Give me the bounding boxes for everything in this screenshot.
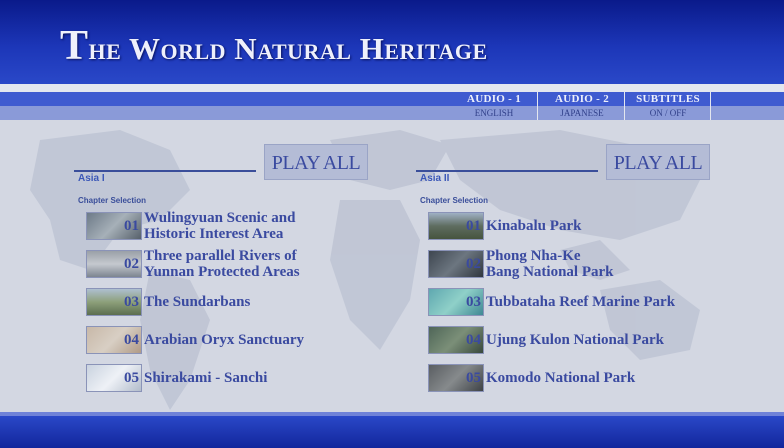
play-all-button-asia-2[interactable]: PLAY ALL: [606, 144, 710, 180]
chapter-number: 04: [124, 332, 139, 348]
chapter-number: 02: [124, 256, 139, 272]
chapter-number: 01: [124, 218, 139, 234]
title-initial: T: [60, 23, 89, 69]
divider-band: [0, 84, 784, 92]
audio-1-value: ENGLISH: [474, 108, 514, 118]
chapter-title: Three parallel Rivers of Yunnan Protecte…: [144, 248, 300, 280]
title-rest: he World Natural Heritage: [88, 31, 488, 66]
audio-1-option[interactable]: AUDIO - 1 ENGLISH: [451, 92, 537, 120]
chapter-item[interactable]: 03 The Sundarbans: [86, 286, 346, 320]
subtitles-value: ON / OFF: [649, 108, 687, 118]
subtitles-label: SUBTITLES: [636, 93, 700, 105]
chapter-title: Arabian Oryx Sanctuary: [144, 332, 305, 348]
option-divider: [710, 92, 711, 120]
page-title: The World Natural Heritage: [60, 22, 488, 70]
chapter-title: Ujung Kulon National Park: [486, 332, 664, 348]
chapter-item[interactable]: 05 Komodo National Park: [428, 362, 728, 396]
chapter-number: 05: [124, 370, 139, 386]
chapter-title: Kinabalu Park: [486, 218, 582, 234]
panel-rule-left: [74, 170, 256, 172]
chapter-number: 01: [466, 218, 481, 234]
panel-title-asia-2: Asia II: [420, 173, 450, 184]
chapter-item[interactable]: 03 Tubbataha Reef Marine Park: [428, 286, 728, 320]
footer-bar: [0, 416, 784, 448]
chapter-title: Komodo National Park: [486, 370, 636, 386]
chapter-item[interactable]: 02 Phong Nha-Ke Bang National Park: [428, 248, 728, 282]
audio-2-option[interactable]: AUDIO - 2 JAPANESE: [539, 92, 625, 120]
panel-title-asia-1: Asia I: [78, 173, 105, 184]
chapter-item[interactable]: 01 Kinabalu Park: [428, 210, 728, 244]
audio-2-label: AUDIO - 2: [554, 93, 610, 105]
chapter-selection-label: Chapter Selection: [420, 196, 489, 205]
chapter-number: 02: [466, 256, 481, 272]
chapter-number: 04: [466, 332, 481, 348]
chapter-number: 03: [124, 294, 139, 310]
option-divider: [537, 92, 538, 120]
chapter-title: Tubbataha Reef Marine Park: [486, 294, 676, 310]
chapter-number: 05: [466, 370, 481, 386]
chapter-title: The Sundarbans: [144, 294, 251, 310]
chapter-selection-label: Chapter Selection: [78, 196, 147, 205]
audio-2-value: JAPANESE: [560, 108, 604, 118]
chapter-title: Shirakami - Sanchi: [144, 370, 268, 386]
chapter-item[interactable]: 04 Ujung Kulon National Park: [428, 324, 728, 358]
panel-rule-right: [416, 170, 598, 172]
chapter-title: Wulingyuan Scenic and Historic Interest …: [144, 210, 296, 242]
chapter-item[interactable]: 05 Shirakami - Sanchi: [86, 362, 346, 396]
chapter-item[interactable]: 02 Three parallel Rivers of Yunnan Prote…: [86, 248, 346, 282]
subtitles-option[interactable]: SUBTITLES ON / OFF: [625, 92, 711, 120]
audio-1-label: AUDIO - 1: [466, 93, 522, 105]
chapter-number: 03: [466, 294, 481, 310]
play-all-button-asia-1[interactable]: PLAY ALL: [264, 144, 368, 180]
chapter-title: Phong Nha-Ke Bang National Park: [486, 248, 614, 280]
chapter-item[interactable]: 04 Arabian Oryx Sanctuary: [86, 324, 346, 358]
chapter-item[interactable]: 01 Wulingyuan Scenic and Historic Intere…: [86, 210, 346, 244]
